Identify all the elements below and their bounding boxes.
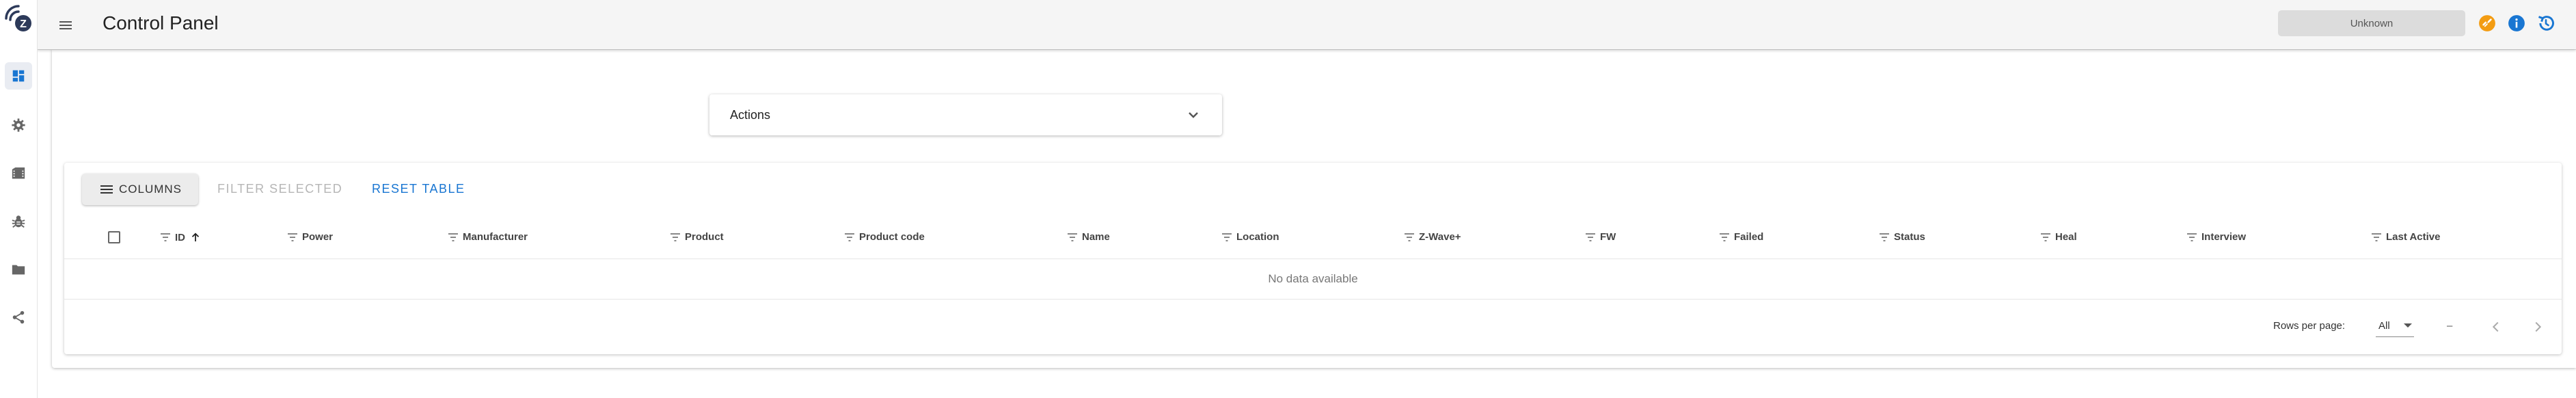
filter-icon: [2372, 233, 2381, 241]
select-all-checkbox[interactable]: [108, 231, 120, 243]
column-header-manufacturer[interactable]: Manufacturer: [448, 231, 528, 243]
dashboard-icon: [12, 70, 25, 82]
chevron-left-icon: [2492, 321, 2499, 332]
rail-item-control-panel[interactable]: [5, 62, 32, 90]
filter-icon: [1880, 233, 1889, 241]
column-header-power[interactable]: Power: [287, 231, 333, 243]
column-header-id[interactable]: ID: [160, 231, 202, 243]
column-header-interview[interactable]: Interview: [2186, 231, 2246, 243]
column-header-status[interactable]: Status: [1879, 231, 1925, 243]
history-button[interactable]: [2536, 13, 2556, 34]
filter-icon: [2041, 233, 2050, 241]
column-header-product[interactable]: Product: [670, 231, 724, 243]
filter-icon: [1405, 233, 1414, 241]
filter-icon: [845, 233, 854, 241]
filter-icon: [1222, 233, 1232, 241]
columns-button[interactable]: COLUMNS: [82, 174, 198, 205]
column-header-name[interactable]: Name: [1067, 231, 1110, 243]
filter-icon: [1586, 233, 1595, 241]
columns-button-label: COLUMNS: [118, 183, 182, 196]
rows-per-page-select[interactable]: All: [2376, 316, 2414, 337]
info-button[interactable]: [2506, 13, 2527, 34]
previous-page-button[interactable]: [2486, 317, 2506, 336]
filter-selected-button[interactable]: FILTER SELECTED: [217, 182, 342, 196]
rail-item-mesh[interactable]: [5, 304, 32, 331]
pagination-range: –: [2447, 320, 2453, 332]
column-header-failed[interactable]: Failed: [1719, 231, 1763, 243]
link-off-icon: [2479, 15, 2495, 31]
rows-per-page-value: All: [2378, 320, 2390, 332]
zwave-logo-icon[interactable]: Z: [1, 1, 36, 36]
reset-table-button[interactable]: RESET TABLE: [372, 182, 465, 196]
table-footer: Rows per page: All –: [64, 300, 2562, 354]
history-icon: [2538, 16, 2554, 31]
column-header-heal[interactable]: Heal: [2040, 231, 2077, 243]
link-off-button[interactable]: [2477, 13, 2497, 34]
menu-button[interactable]: [53, 13, 78, 38]
filter-icon: [1068, 233, 1077, 241]
nodes-table: COLUMNS FILTER SELECTED RESET TABLE ID P…: [64, 163, 2562, 354]
column-header-location[interactable]: Location: [1221, 231, 1279, 243]
column-header-product-code[interactable]: Product code: [844, 231, 925, 243]
app-bar: Control Panel Unknown: [37, 0, 2576, 49]
filter-icon: [448, 233, 458, 241]
rail-item-scenes[interactable]: [5, 160, 32, 187]
filter-icon: [1720, 233, 1729, 241]
rail-item-debug[interactable]: [5, 208, 32, 235]
navigation-rail: Z: [0, 0, 38, 398]
filter-icon: [161, 233, 170, 241]
info-icon: [2508, 15, 2525, 31]
table-header-row: ID Power Manufacturer Product Product co…: [64, 217, 2562, 259]
movie-icon: [12, 167, 25, 179]
gear-icon: [12, 118, 25, 132]
caret-down-icon: [2404, 323, 2412, 328]
table-empty-state: No data available: [64, 259, 2562, 300]
filter-icon: [670, 233, 680, 241]
chevron-down-icon: [1189, 112, 1198, 118]
status-badge: Unknown: [2278, 10, 2465, 36]
chevron-right-icon: [2535, 321, 2542, 332]
control-panel-content: Actions COLUMNS FILTER SELECTED RESET TA…: [52, 49, 2576, 368]
page-title: Control Panel: [103, 12, 219, 34]
rail-item-settings[interactable]: [5, 111, 32, 139]
column-header-fw[interactable]: FW: [1585, 231, 1616, 243]
sort-ascending-icon: [191, 233, 200, 241]
folder-icon: [12, 265, 25, 275]
menu-icon: [100, 185, 113, 194]
logo-letter: Z: [20, 18, 27, 30]
actions-label: Actions: [730, 108, 771, 122]
bug-icon: [12, 215, 25, 228]
share-icon: [12, 310, 25, 324]
column-header-last-active[interactable]: Last Active: [2371, 231, 2440, 243]
menu-icon: [59, 21, 72, 29]
column-header-zwave-plus[interactable]: Z-Wave+: [1404, 231, 1461, 243]
filter-icon: [2187, 233, 2197, 241]
rail-item-store[interactable]: [5, 256, 32, 283]
next-page-button[interactable]: [2528, 317, 2547, 336]
filter-icon: [288, 233, 297, 241]
rows-per-page-label: Rows per page:: [2273, 320, 2346, 332]
actions-expansion-panel[interactable]: Actions: [709, 94, 1222, 135]
